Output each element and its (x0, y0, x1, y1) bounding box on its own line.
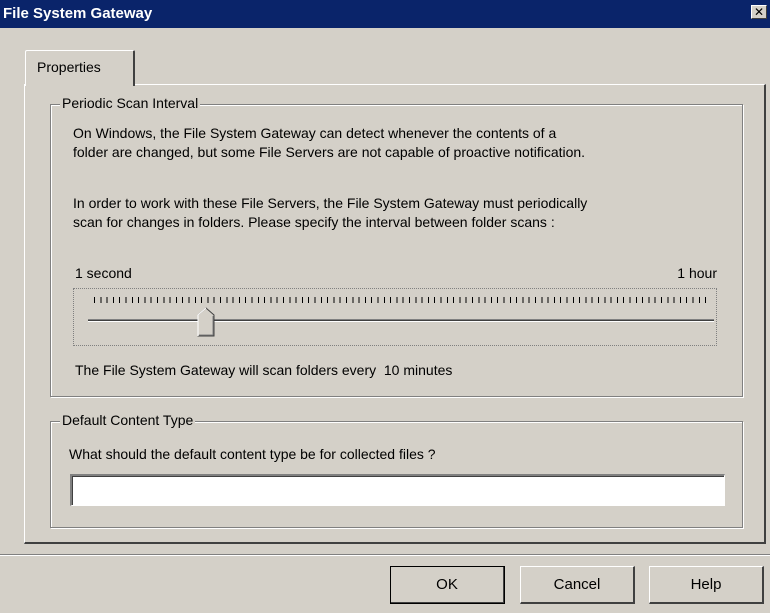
scan-description-line-2: folder are changed, but some File Server… (73, 144, 586, 160)
tab-properties[interactable]: Properties (25, 50, 135, 86)
file-system-gateway-dialog: File System Gateway ✕ Properties Periodi… (0, 0, 770, 613)
slider-track[interactable] (88, 319, 714, 322)
periodic-scan-interval-label: Periodic Scan Interval (60, 95, 201, 111)
help-button[interactable]: Help (649, 566, 764, 604)
scan-interval-slider[interactable] (73, 288, 717, 346)
scan-description-line-3: In order to work with these File Servers… (73, 195, 588, 211)
title-bar[interactable]: File System Gateway ✕ (0, 0, 770, 28)
tab-properties-label: Properties (37, 59, 101, 75)
slider-thumb[interactable] (197, 307, 215, 337)
slider-max-label: 1 hour (677, 265, 717, 281)
window-title: File System Gateway (3, 5, 153, 22)
slider-ticks (94, 297, 707, 303)
close-button[interactable]: ✕ (751, 5, 767, 19)
slider-thumb-icon (197, 307, 215, 337)
close-icon: ✕ (753, 5, 765, 19)
scan-description-line-1: On Windows, the File System Gateway can … (73, 125, 557, 141)
content-type-prompt: What should the default content type be … (69, 446, 436, 462)
scan-interval-status: The File System Gateway will scan folder… (75, 362, 453, 378)
default-content-type-label: Default Content Type (60, 412, 196, 428)
ok-button[interactable]: OK (390, 566, 505, 604)
content-type-input[interactable] (70, 474, 725, 506)
button-separator (0, 554, 770, 556)
slider-min-label: 1 second (75, 265, 132, 281)
scan-description-line-4: scan for changes in folders. Please spec… (73, 214, 555, 230)
cancel-button[interactable]: Cancel (520, 566, 635, 604)
